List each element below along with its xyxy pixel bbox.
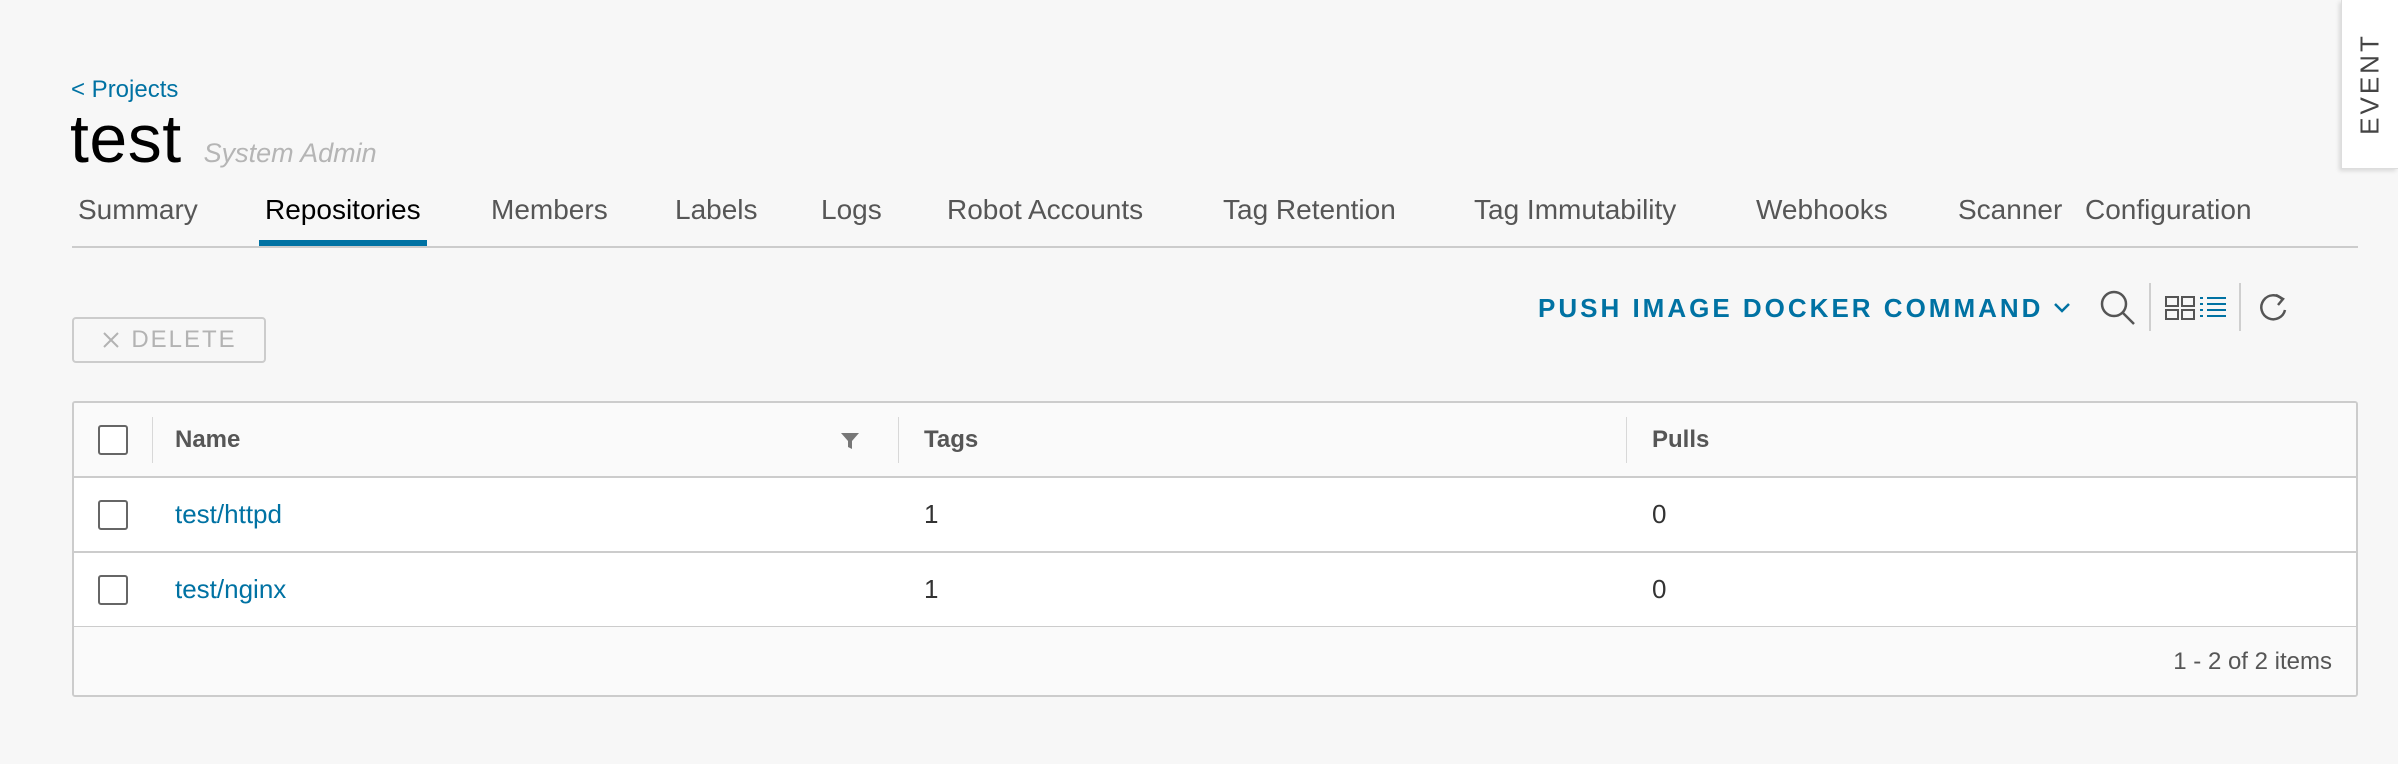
- card-view-icon[interactable]: [2164, 295, 2196, 321]
- delete-button[interactable]: DELETE: [72, 317, 266, 363]
- filter-icon[interactable]: [840, 432, 860, 450]
- tab-summary[interactable]: Summary: [72, 190, 204, 246]
- tab-configuration[interactable]: Configuration: [2079, 190, 2258, 246]
- tab-repositories[interactable]: Repositories: [259, 190, 427, 246]
- table-row: test/nginx 1 0: [74, 553, 2356, 628]
- tab-members[interactable]: Members: [485, 190, 614, 246]
- repository-name-link[interactable]: test/httpd: [175, 478, 282, 551]
- push-image-command-dropdown[interactable]: PUSH IMAGE DOCKER COMMAND: [1538, 290, 2071, 326]
- tab-robot-accounts[interactable]: Robot Accounts: [941, 190, 1149, 246]
- column-header-pulls[interactable]: Pulls: [1652, 403, 1709, 476]
- toolbar-divider: [2149, 283, 2151, 331]
- column-divider: [152, 417, 153, 463]
- tags-count: 1: [924, 574, 939, 604]
- project-tabs: Summary Repositories Members Labels Logs…: [72, 190, 2358, 248]
- repositories-table: Name Tags Pulls test/httpd 1 0 test/ngin…: [72, 401, 2358, 697]
- tags-count: 1: [924, 499, 939, 529]
- refresh-icon[interactable]: [2256, 290, 2290, 326]
- column-divider: [898, 417, 899, 463]
- table-footer: 1 - 2 of 2 items: [74, 627, 2356, 695]
- chevron-down-icon: [2054, 303, 2071, 313]
- table-header: Name Tags Pulls: [74, 403, 2356, 478]
- column-header-name[interactable]: Name: [175, 403, 240, 476]
- pulls-count: 0: [1652, 499, 1667, 529]
- pulls-count: 0: [1652, 574, 1667, 604]
- table-row: test/httpd 1 0: [74, 478, 2356, 553]
- column-header-tags[interactable]: Tags: [924, 403, 978, 476]
- user-role-label: System Admin: [203, 138, 377, 168]
- pagination-summary: 1 - 2 of 2 items: [2173, 648, 2332, 675]
- delete-button-label: DELETE: [131, 326, 237, 353]
- repository-name-link[interactable]: test/nginx: [175, 553, 286, 626]
- event-panel-toggle[interactable]: EVENT: [2341, 0, 2398, 169]
- push-image-command-label: PUSH IMAGE DOCKER COMMAND: [1538, 292, 2044, 323]
- tab-tag-immutability[interactable]: Tag Immutability: [1468, 190, 1682, 246]
- search-icon[interactable]: [2098, 288, 2138, 328]
- toolbar-divider: [2239, 283, 2241, 331]
- tab-webhooks[interactable]: Webhooks: [1750, 190, 1894, 246]
- tab-tag-retention[interactable]: Tag Retention: [1217, 190, 1402, 246]
- tab-scanner[interactable]: Scanner: [1952, 190, 2068, 246]
- select-all-checkbox[interactable]: [98, 425, 128, 455]
- tab-labels[interactable]: Labels: [669, 190, 764, 246]
- page-title-row: test System Admin: [70, 100, 377, 178]
- tab-logs[interactable]: Logs: [815, 190, 888, 246]
- list-view-icon[interactable]: [2198, 295, 2228, 321]
- row-checkbox[interactable]: [98, 500, 128, 530]
- event-panel-label: EVENT: [2354, 33, 2385, 135]
- column-divider: [1626, 417, 1627, 463]
- row-checkbox[interactable]: [98, 575, 128, 605]
- close-icon: [103, 332, 120, 348]
- page-title: test: [70, 101, 182, 177]
